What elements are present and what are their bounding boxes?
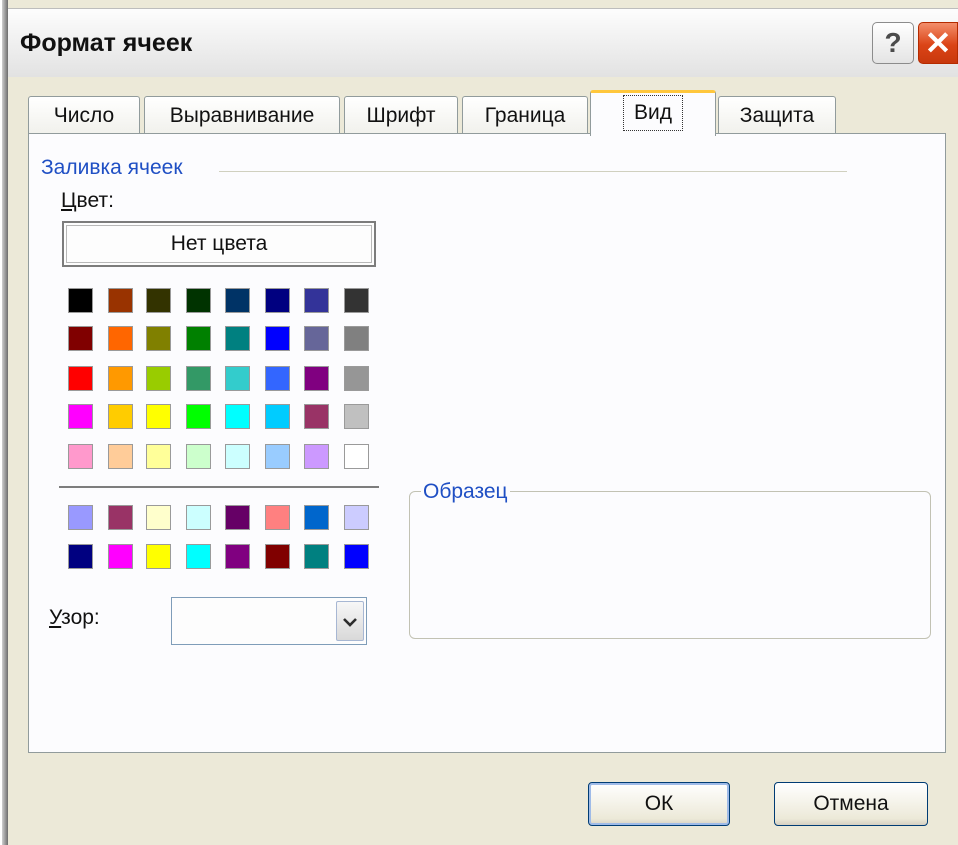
format-cells-dialog: Формат ячеек ? ✕ Число Выравнивание Шриф… (0, 0, 958, 845)
color-swatch[interactable] (304, 444, 329, 469)
color-swatch[interactable] (265, 444, 290, 469)
color-label: Цвет: (61, 189, 114, 213)
tab-number[interactable]: Число (28, 96, 140, 134)
color-swatch[interactable] (68, 288, 93, 313)
tab-font[interactable]: Шрифт (344, 96, 458, 134)
extra-color-swatch[interactable] (68, 544, 93, 569)
color-swatch[interactable] (146, 288, 171, 313)
extra-color-swatch[interactable] (108, 544, 133, 569)
extra-color-swatch[interactable] (225, 544, 250, 569)
color-swatch[interactable] (146, 444, 171, 469)
tab-view[interactable]: Вид (590, 90, 716, 136)
color-swatch[interactable] (265, 366, 290, 391)
tab-border[interactable]: Граница (462, 96, 588, 134)
pattern-label-text: зор: (61, 606, 100, 629)
color-swatch[interactable] (225, 366, 250, 391)
close-button[interactable]: ✕ (918, 22, 958, 64)
color-swatch[interactable] (68, 444, 93, 469)
color-swatch[interactable] (225, 404, 250, 429)
color-swatch[interactable] (265, 326, 290, 351)
extra-color-swatch[interactable] (265, 505, 290, 530)
tab-panel-view: Заливка ячеек Цвет: Нет цвета Узор: Обра… (28, 133, 946, 753)
sample-group-label: Образец (421, 480, 510, 504)
color-swatch[interactable] (344, 404, 369, 429)
close-icon: ✕ (924, 25, 952, 61)
dropdown-button[interactable] (336, 601, 364, 641)
group-divider (219, 171, 847, 172)
cell-fill-group-label: Заливка ячеек (41, 156, 191, 180)
help-icon: ? (884, 27, 902, 58)
color-swatch[interactable] (225, 326, 250, 351)
extra-color-swatch[interactable] (68, 505, 93, 530)
color-swatch[interactable] (265, 288, 290, 313)
extra-color-swatch[interactable] (304, 544, 329, 569)
color-swatch[interactable] (186, 326, 211, 351)
pattern-label: Узор: (49, 606, 100, 630)
extra-color-swatch[interactable] (186, 544, 211, 569)
cancel-label: Отмена (813, 792, 889, 815)
palette-separator (59, 486, 379, 488)
color-swatch[interactable] (186, 366, 211, 391)
help-button[interactable]: ? (872, 22, 914, 64)
color-swatch[interactable] (225, 444, 250, 469)
no-color-label: Нет цвета (66, 225, 372, 263)
extra-color-swatch[interactable] (344, 544, 369, 569)
color-swatch[interactable] (344, 444, 369, 469)
color-swatch[interactable] (68, 326, 93, 351)
tab-label: Вид (623, 95, 683, 131)
color-swatch[interactable] (186, 444, 211, 469)
tab-alignment[interactable]: Выравнивание (144, 96, 340, 134)
color-swatch[interactable] (68, 366, 93, 391)
title-bar[interactable]: Формат ячеек ? ✕ (8, 8, 958, 77)
color-swatch[interactable] (344, 366, 369, 391)
color-swatch[interactable] (108, 404, 133, 429)
window-frame (0, 0, 8, 845)
color-swatch[interactable] (108, 288, 133, 313)
color-swatch[interactable] (108, 326, 133, 351)
color-swatch[interactable] (304, 326, 329, 351)
tab-label: Шрифт (366, 104, 436, 127)
tab-label: Число (53, 104, 115, 127)
pattern-dropdown[interactable] (171, 597, 367, 645)
color-swatch[interactable] (68, 404, 93, 429)
color-swatch[interactable] (344, 288, 369, 313)
color-swatch[interactable] (146, 326, 171, 351)
ok-button[interactable]: ОК (588, 782, 730, 826)
window-title: Формат ячеек (20, 29, 193, 57)
pattern-label-accesskey: У (49, 606, 62, 629)
chevron-down-icon (343, 611, 357, 631)
tab-protection[interactable]: Защита (718, 96, 836, 134)
extra-color-swatch[interactable] (108, 505, 133, 530)
color-swatch[interactable] (344, 326, 369, 351)
cancel-button[interactable]: Отмена (774, 782, 928, 826)
sample-preview (409, 491, 931, 639)
color-swatch[interactable] (108, 366, 133, 391)
extra-color-swatch[interactable] (146, 544, 171, 569)
color-swatch[interactable] (146, 366, 171, 391)
tab-label: Защита (739, 104, 815, 127)
color-swatch[interactable] (146, 404, 171, 429)
color-label-text: вет: (76, 189, 114, 212)
color-swatch[interactable] (304, 288, 329, 313)
color-swatch[interactable] (225, 288, 250, 313)
no-color-button[interactable]: Нет цвета (62, 221, 376, 267)
color-swatch[interactable] (265, 404, 290, 429)
extra-color-swatch[interactable] (344, 505, 369, 530)
color-label-accesskey: Ц (61, 189, 77, 212)
tab-label: Граница (484, 104, 566, 127)
color-swatch[interactable] (304, 404, 329, 429)
color-swatch[interactable] (304, 366, 329, 391)
extra-color-swatch[interactable] (146, 505, 171, 530)
color-swatch[interactable] (186, 404, 211, 429)
color-swatch[interactable] (108, 444, 133, 469)
tab-label: Выравнивание (169, 104, 315, 127)
extra-color-swatch[interactable] (225, 505, 250, 530)
extra-color-swatch[interactable] (186, 505, 211, 530)
extra-color-swatch[interactable] (304, 505, 329, 530)
ok-label: ОК (644, 792, 674, 815)
color-swatch[interactable] (186, 288, 211, 313)
extra-color-swatch[interactable] (265, 544, 290, 569)
